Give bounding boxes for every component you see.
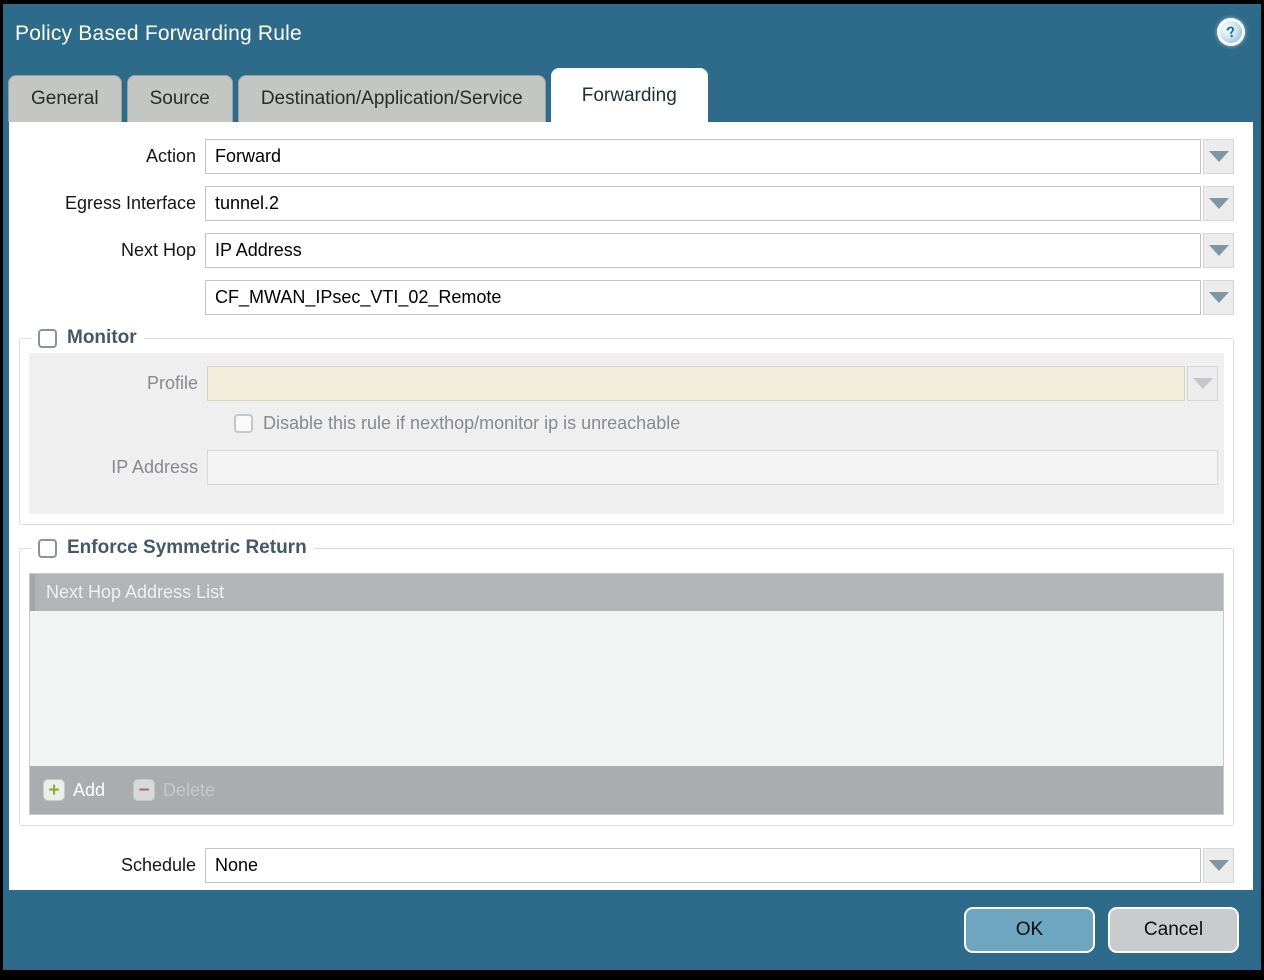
next-hop-address-dropdown-button[interactable] [1203, 280, 1234, 315]
tab-destination-application-service[interactable]: Destination/Application/Service [238, 75, 546, 122]
next-hop-address-list-table: Next Hop Address List + Add − Delete [29, 573, 1224, 815]
monitor-legend: Monitor [31, 327, 144, 349]
profile-dropdown [207, 366, 1218, 401]
profile-row: Profile [29, 366, 1218, 401]
enforce-symmetric-return-legend: Enforce Symmetric Return [31, 537, 314, 559]
add-button[interactable]: + Add [43, 779, 105, 801]
next-hop-address-list-body[interactable] [30, 611, 1223, 766]
tab-bar: General Source Destination/Application/S… [8, 68, 708, 122]
dialog-window: Policy Based Forwarding Rule ? General S… [0, 0, 1264, 980]
monitor-disabled-panel: Profile Disable this rule if nexthop/mon… [29, 353, 1224, 514]
egress-interface-label: Egress Interface [9, 193, 205, 214]
disable-rule-label: Disable this rule if nexthop/monitor ip … [263, 413, 680, 434]
action-label: Action [9, 146, 205, 167]
schedule-dropdown[interactable]: None [205, 848, 1234, 883]
dialog-footer: OK Cancel [3, 890, 1261, 970]
next-hop-row: Next Hop IP Address [9, 233, 1234, 268]
monitor-ip-address-row: IP Address [29, 450, 1218, 485]
next-hop-dropdown-button[interactable] [1203, 233, 1234, 268]
chevron-down-icon [1209, 292, 1229, 303]
tab-general[interactable]: General [8, 75, 122, 122]
disable-rule-row: Disable this rule if nexthop/monitor ip … [234, 413, 1218, 434]
egress-interface-dropdown-button[interactable] [1203, 186, 1234, 221]
action-dropdown[interactable]: Forward [205, 139, 1234, 174]
schedule-label: Schedule [9, 855, 205, 876]
enforce-symmetric-return-section: Enforce Symmetric Return Next Hop Addres… [19, 537, 1234, 826]
plus-icon: + [43, 779, 65, 801]
enforce-symmetric-return-checkbox[interactable] [38, 539, 57, 558]
egress-interface-value[interactable]: tunnel.2 [205, 186, 1201, 221]
chevron-down-icon [1209, 245, 1229, 256]
schedule-row: Schedule None [9, 848, 1234, 883]
ok-button[interactable]: OK [964, 907, 1095, 953]
egress-interface-row: Egress Interface tunnel.2 [9, 186, 1234, 221]
egress-interface-dropdown[interactable]: tunnel.2 [205, 186, 1234, 221]
next-hop-label: Next Hop [9, 240, 205, 261]
next-hop-address-dropdown[interactable]: CF_MWAN_IPsec_VTI_02_Remote [205, 280, 1234, 315]
next-hop-value[interactable]: IP Address [205, 233, 1201, 268]
profile-value [207, 366, 1185, 401]
schedule-dropdown-button[interactable] [1203, 848, 1234, 883]
minus-icon: − [133, 779, 155, 801]
schedule-value[interactable]: None [205, 848, 1201, 883]
chevron-down-icon [1209, 860, 1229, 871]
cancel-button[interactable]: Cancel [1108, 907, 1239, 953]
chevron-down-icon [1193, 378, 1213, 389]
action-row: Action Forward [9, 139, 1234, 174]
help-icon[interactable]: ? [1214, 15, 1248, 49]
chevron-down-icon [1209, 151, 1229, 162]
action-value[interactable]: Forward [205, 139, 1201, 174]
monitor-section: Monitor Profile Disable this rule if nex… [19, 327, 1234, 525]
monitor-legend-label: Monitor [67, 327, 137, 349]
dialog-frame: Policy Based Forwarding Rule ? General S… [3, 4, 1261, 970]
dialog-title: Policy Based Forwarding Rule [15, 22, 302, 46]
action-dropdown-button[interactable] [1203, 139, 1234, 174]
profile-label: Profile [29, 373, 207, 394]
next-hop-address-value[interactable]: CF_MWAN_IPsec_VTI_02_Remote [205, 280, 1201, 315]
next-hop-dropdown[interactable]: IP Address [205, 233, 1234, 268]
next-hop-address-list-toolbar: + Add − Delete [30, 766, 1223, 814]
delete-button: − Delete [133, 779, 215, 801]
title-bar: Policy Based Forwarding Rule ? [3, 4, 1261, 68]
tab-source[interactable]: Source [127, 75, 233, 122]
add-button-label: Add [73, 780, 105, 801]
next-hop-address-row: CF_MWAN_IPsec_VTI_02_Remote [9, 280, 1234, 315]
next-hop-address-list-header: Next Hop Address List [30, 574, 1223, 611]
next-hop-address-list-header-label: Next Hop Address List [46, 582, 224, 603]
monitor-ip-address-field-wrap [207, 450, 1218, 485]
disable-rule-checkbox [234, 414, 253, 433]
monitor-ip-address-field [207, 450, 1218, 485]
tab-forwarding[interactable]: Forwarding [551, 68, 708, 122]
enforce-symmetric-return-legend-label: Enforce Symmetric Return [67, 537, 307, 559]
monitor-checkbox[interactable] [38, 329, 57, 348]
profile-dropdown-button [1187, 366, 1218, 401]
delete-button-label: Delete [163, 780, 215, 801]
monitor-ip-address-label: IP Address [29, 457, 207, 478]
forwarding-tab-panel: Action Forward Egress Interface tunnel.2… [9, 122, 1253, 890]
chevron-down-icon [1209, 198, 1229, 209]
